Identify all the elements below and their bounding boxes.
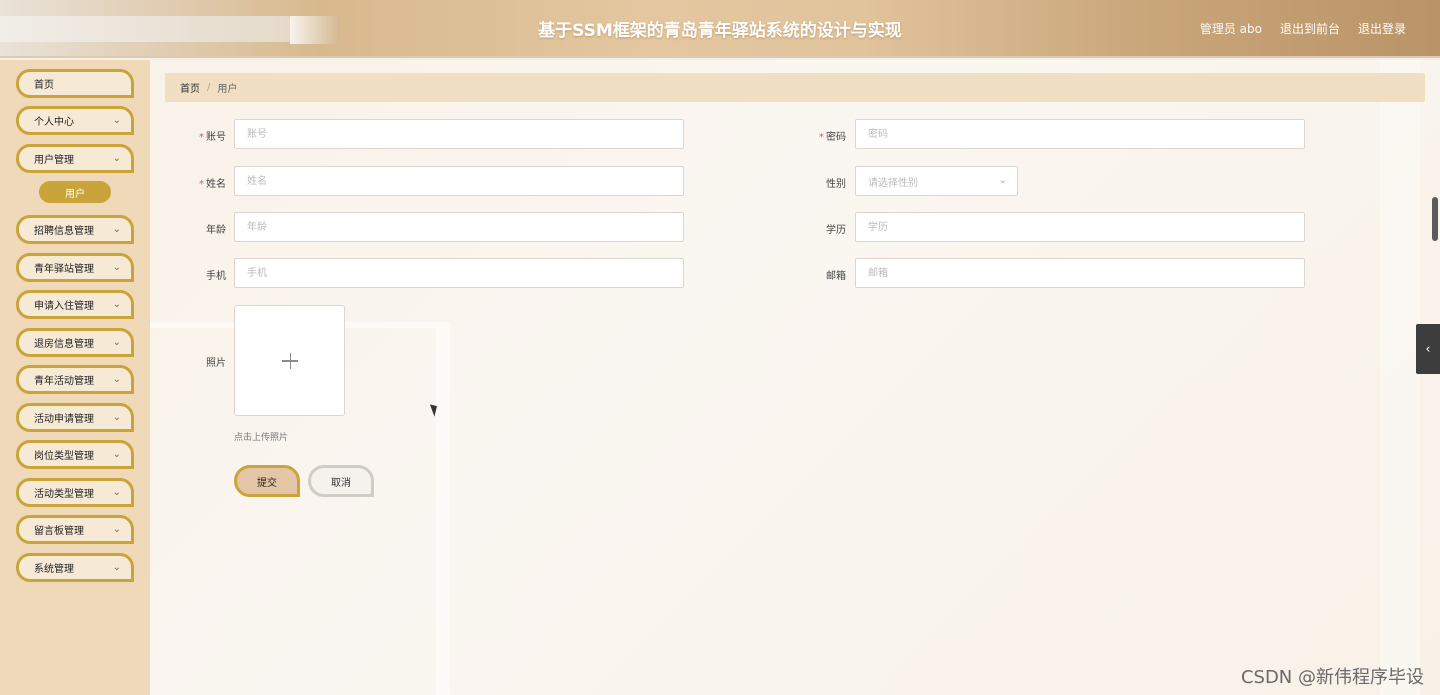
- chevron-down-icon: ⌄: [112, 449, 121, 460]
- required-mark: *: [819, 132, 824, 143]
- photo-label: 照片: [206, 358, 226, 369]
- chevron-down-icon: ⌄: [112, 299, 121, 310]
- sidebar-item-personal-center[interactable]: 个人中心 ⌄: [16, 106, 134, 135]
- chevron-down-icon: ⌄: [112, 262, 121, 273]
- main-content: 首页 / 用户 *账号 *密码 *姓名 性别 请选择性别 ⌄ 年龄 学历 手机 …: [150, 60, 1440, 695]
- sidebar-item-label: 申请入住管理: [34, 301, 94, 312]
- chevron-down-icon: ⌄: [112, 337, 121, 348]
- sidebar-item-checkin-application[interactable]: 申请入住管理 ⌄: [16, 290, 134, 319]
- watermark: CSDN @新伟程序毕设: [1240, 667, 1424, 688]
- sidebar-item-label: 岗位类型管理: [34, 451, 94, 462]
- sidebar-item-label: 青年活动管理: [34, 376, 94, 387]
- sidebar-item-checkout-info[interactable]: 退房信息管理 ⌄: [16, 328, 134, 357]
- phone-label: 手机: [206, 271, 226, 282]
- education-label: 学历: [826, 225, 846, 236]
- background-decoration-2: [1380, 60, 1420, 695]
- top-header: 基于SSM框架的青岛青年驿站系统的设计与实现 管理员 abo 退出到前台 退出登…: [0, 0, 1440, 58]
- logout-link[interactable]: 退出登录: [1358, 20, 1406, 37]
- sidebar-item-label: 个人中心: [34, 117, 74, 128]
- email-input[interactable]: [855, 258, 1305, 288]
- sidebar-item-label: 招聘信息管理: [34, 226, 94, 237]
- account-input[interactable]: [234, 119, 684, 149]
- age-label: 年龄: [206, 225, 226, 236]
- gender-select[interactable]: 请选择性别 ⌄: [855, 166, 1018, 196]
- password-input[interactable]: [855, 119, 1305, 149]
- chevron-down-icon: ⌄: [112, 115, 121, 126]
- required-mark: *: [199, 132, 204, 143]
- name-input[interactable]: [234, 166, 684, 196]
- chevron-left-icon[interactable]: ‹: [1416, 324, 1440, 374]
- breadcrumb-separator: /: [207, 82, 211, 93]
- scrollbar-thumb[interactable]: [1432, 197, 1438, 241]
- photo-upload[interactable]: [234, 305, 345, 416]
- sidebar-item-label: 系统管理: [34, 564, 74, 575]
- sidebar-item-label: 留言板管理: [34, 526, 84, 537]
- breadcrumb-current: 用户: [217, 84, 238, 95]
- sidebar: 首页 个人中心 ⌄ 用户管理 ⌄ 用户 招聘信息管理 ⌄ 青年驿站管理 ⌄ 申请…: [0, 60, 150, 695]
- sidebar-item-label: 活动类型管理: [34, 489, 94, 500]
- sidebar-item-recruitment[interactable]: 招聘信息管理 ⌄: [16, 215, 134, 244]
- sidebar-item-system[interactable]: 系统管理 ⌄: [16, 553, 134, 582]
- sidebar-item-label: 青年驿站管理: [34, 264, 94, 275]
- chevron-down-icon: ⌄: [112, 524, 121, 535]
- sidebar-item-activity-application[interactable]: 活动申请管理 ⌄: [16, 403, 134, 432]
- exit-to-front-link[interactable]: 退出到前台: [1280, 20, 1340, 37]
- sidebar-item-message-board[interactable]: 留言板管理 ⌄: [16, 515, 134, 544]
- cancel-button[interactable]: 取消: [308, 465, 374, 497]
- breadcrumb-home[interactable]: 首页: [180, 80, 200, 95]
- sidebar-item-label: 首页: [34, 80, 54, 91]
- sidebar-item-label: 用户管理: [34, 155, 74, 166]
- email-label: 邮箱: [826, 271, 846, 282]
- sidebar-item-youth-activity[interactable]: 青年活动管理 ⌄: [16, 365, 134, 394]
- submit-button[interactable]: 提交: [234, 465, 300, 497]
- sidebar-item-label: 活动申请管理: [34, 414, 94, 425]
- sidebar-item-home[interactable]: 首页: [16, 69, 134, 98]
- chevron-down-icon: ⌄: [112, 153, 121, 164]
- chevron-down-icon: ⌄: [112, 374, 121, 385]
- education-input[interactable]: [855, 212, 1305, 242]
- chevron-down-icon: ⌄: [112, 487, 121, 498]
- sidebar-item-user-management[interactable]: 用户管理 ⌄: [16, 144, 134, 173]
- header-links: 管理员 abo 退出到前台 退出登录: [1200, 20, 1406, 37]
- breadcrumb: 首页 / 用户: [165, 73, 1425, 102]
- name-label: * 姓名: [199, 179, 226, 190]
- chevron-down-icon: ⌄: [112, 412, 121, 423]
- sidebar-item-job-type[interactable]: 岗位类型管理 ⌄: [16, 440, 134, 469]
- admin-label: 管理员 abo: [1199, 22, 1262, 36]
- upload-tip: 点击上传照片: [234, 433, 289, 443]
- chevron-down-icon: ⌄: [112, 562, 121, 573]
- sidebar-item-youth-station[interactable]: 青年驿站管理 ⌄: [16, 253, 134, 282]
- sidebar-item-label: 退房信息管理: [34, 339, 94, 350]
- plus-icon-vertical: [289, 353, 291, 369]
- sidebar-item-activity-type[interactable]: 活动类型管理 ⌄: [16, 478, 134, 507]
- password-label: * 密码: [819, 132, 846, 143]
- gender-placeholder: 请选择性别: [868, 177, 918, 189]
- required-mark: *: [199, 179, 204, 190]
- chevron-down-icon: ⌄: [112, 224, 121, 235]
- phone-input[interactable]: [234, 258, 684, 288]
- age-input[interactable]: [234, 212, 684, 242]
- gender-label: 性别: [826, 179, 846, 190]
- account-label: * 账号: [199, 132, 226, 143]
- chevron-down-icon: ⌄: [998, 175, 1007, 186]
- sidebar-subitem-user[interactable]: 用户: [39, 181, 111, 203]
